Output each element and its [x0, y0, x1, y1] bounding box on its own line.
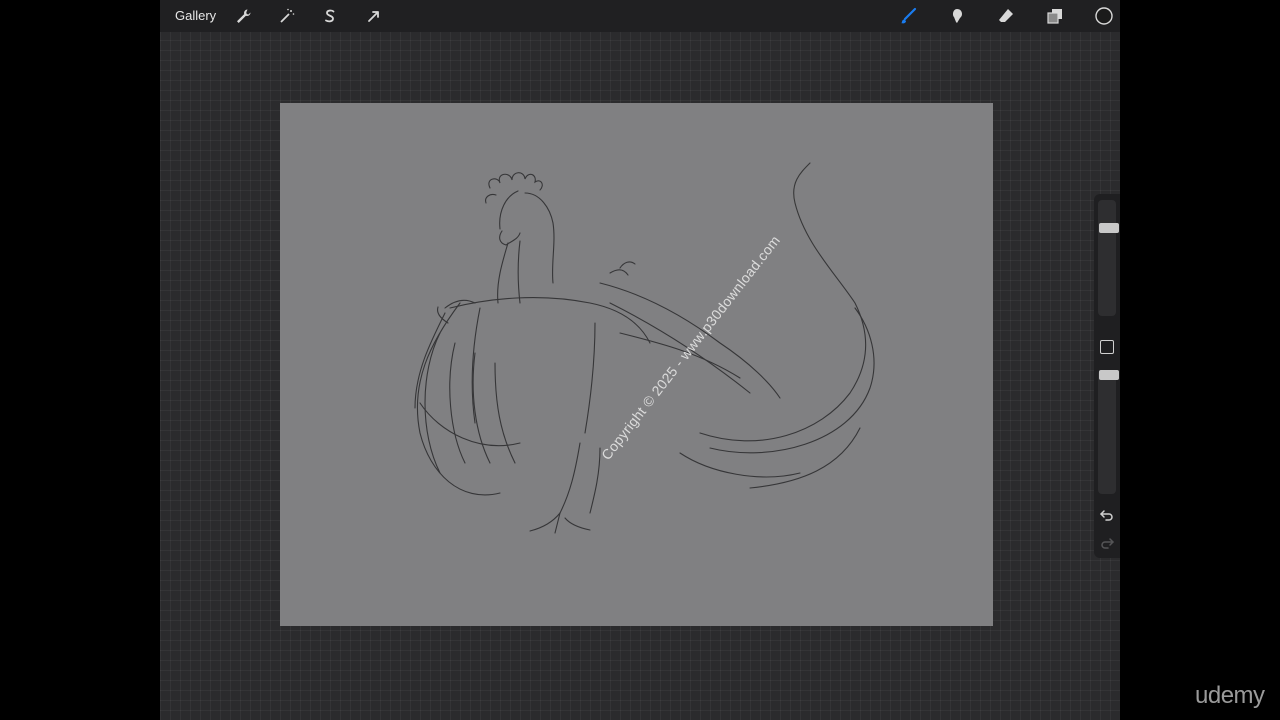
adjustments-button[interactable] [276, 5, 298, 27]
gallery-button[interactable]: Gallery [175, 8, 216, 23]
wrench-icon [237, 9, 251, 23]
smudge-icon [953, 9, 962, 23]
selection-s-icon [325, 9, 335, 23]
undo-icon[interactable] [1098, 506, 1116, 524]
udemy-logo: udemy [1195, 682, 1265, 709]
opacity-thumb[interactable] [1099, 370, 1119, 380]
smudge-tool-button[interactable] [946, 5, 968, 27]
arrow-cursor-icon [368, 11, 379, 22]
opacity-slider[interactable] [1098, 370, 1119, 494]
color-button[interactable] [1093, 5, 1115, 27]
side-bar [1094, 194, 1120, 558]
transform-button[interactable] [363, 5, 385, 27]
modify-square-icon[interactable] [1100, 340, 1114, 354]
top-toolbar: Gallery [160, 0, 1120, 32]
magic-wand-icon [280, 8, 295, 23]
brush-size-thumb[interactable] [1099, 223, 1119, 233]
eraser-icon [999, 9, 1013, 22]
eraser-tool-button[interactable] [995, 5, 1017, 27]
layers-icon [1047, 9, 1062, 24]
selection-button[interactable] [319, 5, 341, 27]
redo-icon[interactable] [1098, 534, 1116, 552]
brush-size-slider[interactable] [1098, 200, 1119, 316]
brush-tool-button[interactable] [897, 5, 919, 27]
layers-button[interactable] [1044, 5, 1066, 27]
brush-icon [901, 7, 917, 24]
procreate-app: Gallery Copyright © 2025 - www.p30downlo… [160, 0, 1120, 720]
rooster-dragon-sketch [414, 162, 875, 534]
color-circle-icon [1095, 7, 1113, 25]
drawing-canvas[interactable]: Copyright © 2025 - www.p30download.com [280, 103, 993, 626]
actions-button[interactable] [232, 5, 254, 27]
